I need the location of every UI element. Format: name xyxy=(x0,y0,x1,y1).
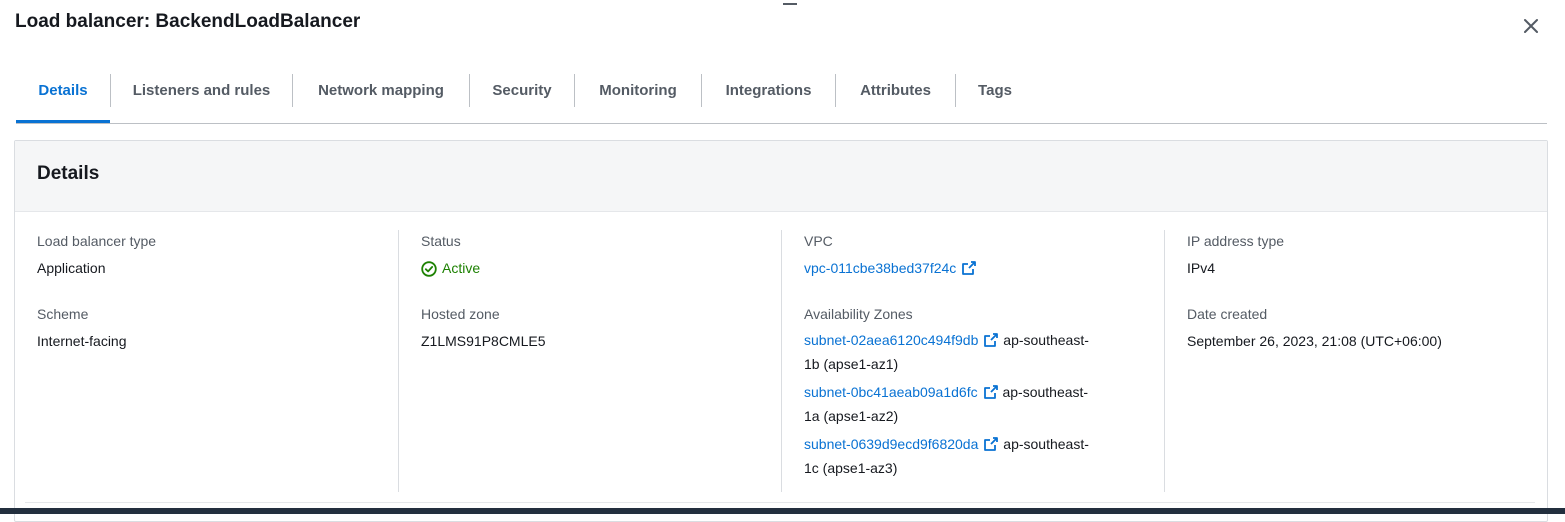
details-panel-header: Details xyxy=(15,141,1547,212)
tab-details[interactable]: Details xyxy=(16,74,110,123)
details-panel: Details Load balancer type Application S… xyxy=(14,140,1548,522)
details-column-4: IP address type IPv4 Date created Septem… xyxy=(1187,212,1527,492)
zone-text: ap-southeast- xyxy=(1003,436,1089,452)
status-badge: Active xyxy=(421,259,480,278)
lb-type-label: Load balancer type xyxy=(37,233,157,249)
lb-type-value: Application xyxy=(37,260,106,276)
date-created-label: Date created xyxy=(1187,306,1268,322)
details-title: Details xyxy=(37,163,100,184)
hosted-zone-label: Hosted zone xyxy=(421,306,500,322)
status-value: Active xyxy=(442,260,481,276)
zone-text: ap-southeast- xyxy=(1003,332,1089,348)
details-column-3: VPC vpc-011cbe38bed37f24c Availability Z… xyxy=(804,212,1164,492)
ip-type-field: IP address type IPv4 xyxy=(1187,232,1284,278)
footer-bar xyxy=(0,508,1565,514)
tab-security[interactable]: Security xyxy=(470,74,574,122)
column-divider xyxy=(1164,230,1165,492)
close-button[interactable] xyxy=(1519,14,1543,38)
vpc-value: vpc-011cbe38bed37f24c xyxy=(804,259,977,278)
tab-bar: Details Listeners and rules Network mapp… xyxy=(16,74,1547,124)
vpc-field: VPC vpc-011cbe38bed37f24c xyxy=(804,232,977,278)
section-divider xyxy=(25,502,1535,503)
check-circle-icon xyxy=(421,260,437,277)
lb-type-field: Load balancer type Application xyxy=(37,232,156,278)
tab-monitoring[interactable]: Monitoring xyxy=(575,74,701,122)
zone-text: ap-southeast- xyxy=(1002,384,1089,400)
availability-zone-item: subnet-02aea6120c494f9db ap-southeast- 1… xyxy=(804,328,1144,376)
close-icon xyxy=(1524,19,1538,33)
zone-text: 1a (apse1-az2) xyxy=(804,408,899,424)
external-link-icon[interactable] xyxy=(983,436,999,452)
vpc-link[interactable]: vpc-011cbe38bed37f24c xyxy=(804,260,956,276)
availability-zones-label: Availability Zones xyxy=(804,306,913,322)
vpc-label: VPC xyxy=(804,233,833,249)
external-link-icon[interactable] xyxy=(961,260,977,276)
page-title: Load balancer: BackendLoadBalancer xyxy=(15,11,361,32)
availability-zone-item: subnet-0bc41aeab09a1d6fc ap-southeast- 1… xyxy=(804,380,1144,428)
date-created-field: Date created September 26, 2023, 21:08 (… xyxy=(1187,305,1527,351)
column-divider xyxy=(781,230,782,492)
details-column-2: Status Active Hosted zone Z1LMS91P8CMLE5 xyxy=(421,212,781,492)
tab-network-mapping[interactable]: Network mapping xyxy=(293,74,469,122)
availability-zones-field: Availability Zones subnet-02aea6120c494f… xyxy=(804,305,1144,480)
external-link-icon[interactable] xyxy=(983,384,999,400)
hosted-zone-field: Hosted zone Z1LMS91P8CMLE5 xyxy=(421,305,546,351)
tab-attributes[interactable]: Attributes xyxy=(836,74,955,122)
ip-type-value: IPv4 xyxy=(1187,260,1216,276)
zone-text: 1b (apse1-az1) xyxy=(804,356,899,372)
details-column-1: Load balancer type Application Scheme In… xyxy=(37,212,397,492)
subnet-link[interactable]: subnet-0639d9ecd9f6820da xyxy=(804,436,978,452)
hosted-zone-value: Z1LMS91P8CMLE5 xyxy=(421,333,546,349)
subnet-link[interactable]: subnet-0bc41aeab09a1d6fc xyxy=(804,384,978,400)
tab-integrations[interactable]: Integrations xyxy=(702,74,835,122)
scheme-field: Scheme Internet-facing xyxy=(37,305,127,351)
availability-zones-list: subnet-02aea6120c494f9db ap-southeast- 1… xyxy=(804,328,1144,480)
tab-listeners-and-rules[interactable]: Listeners and rules xyxy=(111,74,292,122)
status-field: Status Active xyxy=(421,232,480,278)
scheme-label: Scheme xyxy=(37,306,89,322)
subnet-link[interactable]: subnet-02aea6120c494f9db xyxy=(804,332,978,348)
status-label: Status xyxy=(421,233,461,249)
availability-zone-item: subnet-0639d9ecd9f6820da ap-southeast- 1… xyxy=(804,432,1144,480)
date-created-value: September 26, 2023, 21:08 (UTC+06:00) xyxy=(1187,333,1442,349)
column-divider xyxy=(398,230,399,492)
external-link-icon[interactable] xyxy=(983,332,999,348)
tab-tags[interactable]: Tags xyxy=(956,74,1034,122)
scheme-value: Internet-facing xyxy=(37,333,127,349)
drag-handle[interactable] xyxy=(783,3,797,5)
zone-text: 1c (apse1-az3) xyxy=(804,460,898,476)
ip-type-label: IP address type xyxy=(1187,233,1285,249)
